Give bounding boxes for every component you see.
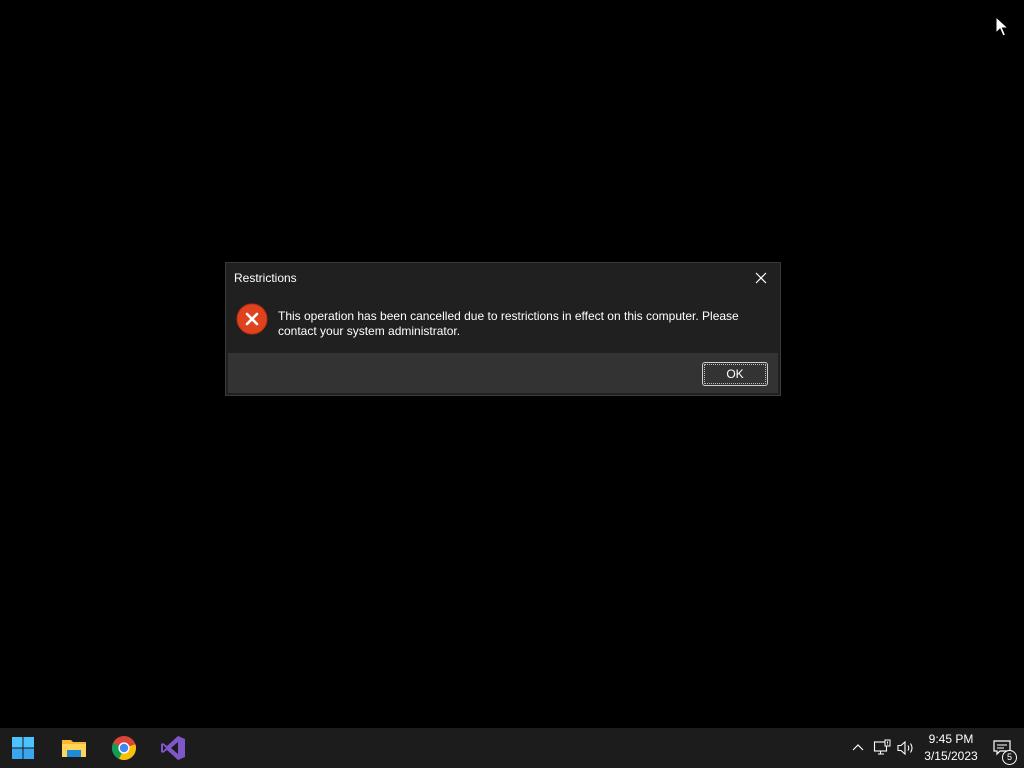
volume-button[interactable] [896,738,916,758]
ok-button[interactable]: OK [702,362,768,386]
desktop: Restrictions This operation has been can… [0,0,1024,728]
visual-studio-icon [161,736,185,760]
taskbar-clock[interactable]: 9:45 PM 3/15/2023 [918,731,984,765]
clock-date: 3/15/2023 [924,749,978,763]
mouse-cursor-icon [995,16,1009,37]
error-icon [236,303,268,335]
taskbar: 9:45 PM 3/15/2023 5 [0,728,1024,768]
dialog-titlebar[interactable]: Restrictions [226,263,780,293]
dialog-message: This operation has been cancelled due to… [278,309,739,338]
dialog-footer: OK [228,353,778,393]
taskbar-chrome[interactable] [106,732,142,764]
windows-start-icon [12,737,34,759]
start-button[interactable] [5,732,41,764]
close-icon [755,272,767,284]
clock-time: 9:45 PM [928,732,974,746]
chevron-up-icon [852,744,864,751]
close-button[interactable] [746,265,776,291]
volume-icon [897,740,913,756]
chrome-icon [112,736,136,760]
taskbar-file-explorer[interactable] [56,732,92,764]
network-button[interactable] [872,738,892,758]
dialog-title: Restrictions [234,271,297,285]
dialog-body: This operation has been cancelled due to… [226,293,780,353]
network-icon [873,739,891,755]
show-hidden-icons-button[interactable] [848,738,868,758]
taskbar-visual-studio[interactable] [155,732,191,764]
notification-count-badge: 5 [1002,750,1017,765]
restrictions-dialog: Restrictions This operation has been can… [225,262,781,396]
file-explorer-icon [62,740,86,757]
